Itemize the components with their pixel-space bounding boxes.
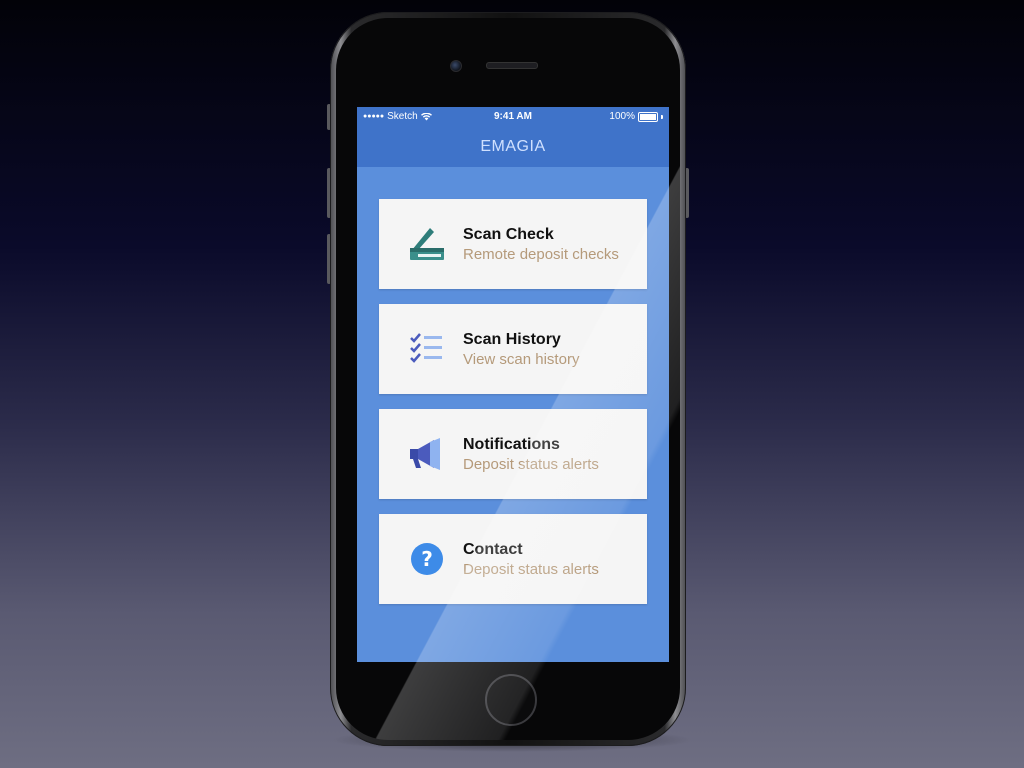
scan-check-card[interactable]: Scan Check Remote deposit checks (379, 199, 647, 289)
scan-history-subtitle: View scan history (463, 350, 580, 368)
checklist-icon (407, 329, 447, 369)
scan-check-title: Scan Check (463, 225, 554, 243)
contact-text: Contact Deposit status alerts (463, 541, 599, 578)
battery-icon (638, 111, 658, 122)
scanner-icon (407, 224, 447, 264)
phone-frame: ●●●●● Sketch 9:41 AM 100% EMAGIA Scan Ch… (330, 12, 686, 746)
battery-tip (661, 114, 663, 119)
scan-check-subtitle: Remote deposit checks (463, 245, 619, 263)
notifications-subtitle: Deposit status alerts (463, 455, 599, 473)
phone-body: ●●●●● Sketch 9:41 AM 100% EMAGIA Scan Ch… (336, 18, 680, 740)
contact-title: Contact (463, 540, 523, 558)
earpiece-speaker (486, 62, 538, 69)
app-title: EMAGIA (480, 138, 546, 155)
front-camera (450, 60, 462, 72)
home-button[interactable] (485, 674, 537, 726)
question-icon: ? (407, 539, 447, 579)
notifications-title: Notifications (463, 435, 560, 453)
megaphone-icon (407, 434, 447, 474)
scan-history-text: Scan History View scan history (463, 331, 579, 368)
contact-card[interactable]: ? Contact Deposit status alerts (379, 514, 647, 604)
battery-percent: 100% (609, 111, 635, 122)
main-menu: Scan Check Remote deposit checks Scan Hi… (379, 199, 647, 619)
status-right: 100% (609, 111, 663, 122)
svg-text:?: ? (421, 547, 433, 571)
notifications-card[interactable]: Notifications Deposit status alerts (379, 409, 647, 499)
contact-subtitle: Deposit status alerts (463, 560, 599, 578)
scan-history-title: Scan History (463, 330, 561, 348)
scan-check-text: Scan Check Remote deposit checks (463, 226, 619, 263)
app-header: EMAGIA (357, 127, 669, 167)
status-bar: ●●●●● Sketch 9:41 AM 100% (357, 107, 669, 127)
scan-history-card[interactable]: Scan History View scan history (379, 304, 647, 394)
notifications-text: Notifications Deposit status alerts (463, 436, 599, 473)
app-screen: ●●●●● Sketch 9:41 AM 100% EMAGIA Scan Ch… (357, 107, 669, 662)
